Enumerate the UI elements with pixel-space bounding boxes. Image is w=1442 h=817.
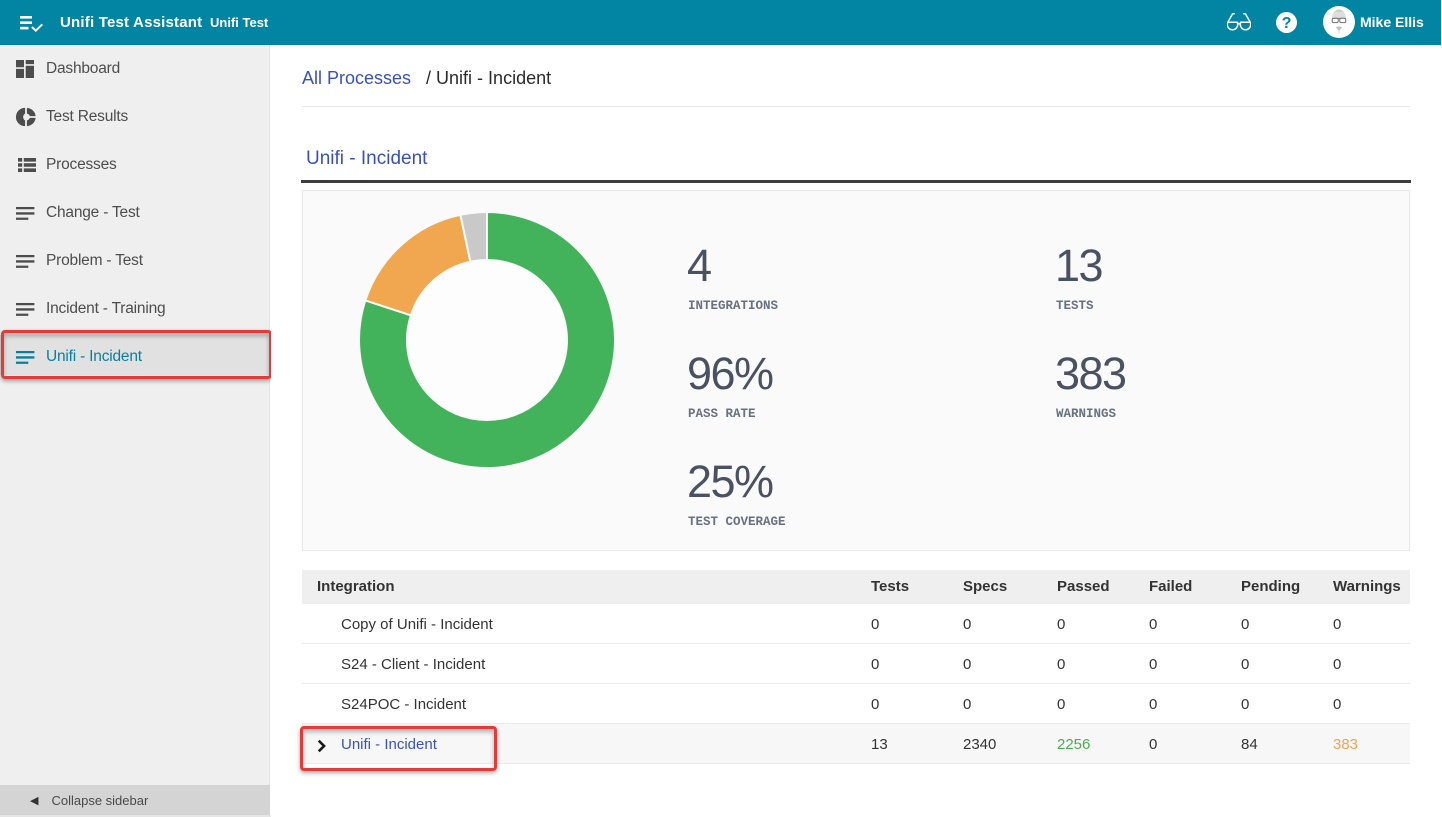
svg-text:?: ? [1282, 15, 1292, 32]
